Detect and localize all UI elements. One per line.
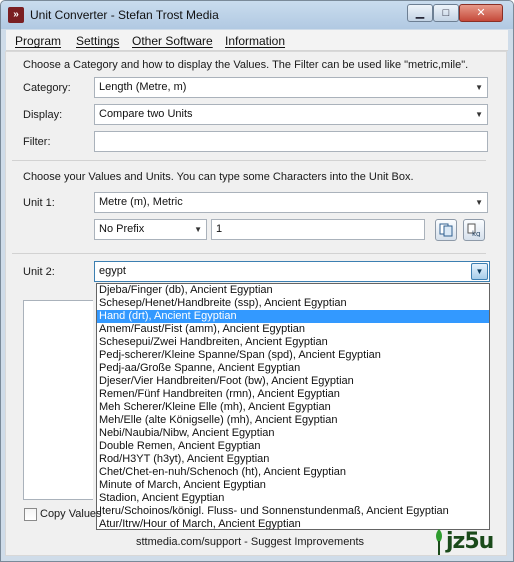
list-item[interactable]: Meh/Elle (alte Königselle) (mh), Ancient… [97,414,489,427]
list-item[interactable]: Schesepui/Zwei Handbreiten, Ancient Egyp… [97,336,489,349]
app-icon: » [8,7,24,23]
menu-program[interactable]: Program [15,34,61,48]
list-item[interactable]: Djeser/Vier Handbreiten/Foot (bw), Ancie… [97,375,489,388]
list-item[interactable]: Minute of March, Ancient Egyptian [97,479,489,492]
list-item[interactable]: Remen/Fünf Handbreiten (rmn), Ancient Eg… [97,388,489,401]
unit1-select[interactable]: Metre (m), Metric ▼ [94,192,488,213]
copy-icon [439,223,453,237]
unit-info-button[interactable]: kg [463,219,485,241]
window-title: Unit Converter - Stefan Trost Media [30,8,219,22]
chevron-down-icon: ▼ [475,198,483,207]
copy-button[interactable] [435,219,457,241]
chevron-down-icon: ▼ [475,83,483,92]
prefix-value: No Prefix [99,223,145,235]
list-item[interactable]: Stadion, Ancient Egyptian [97,492,489,505]
category-value: Length (Metre, m) [99,81,187,93]
minimize-button[interactable]: ▁ [407,4,433,22]
category-label: Category: [23,82,71,94]
display-value: Compare two Units [99,108,193,120]
value-input[interactable]: 1 [211,219,425,240]
unit2-dropdown-list[interactable]: Djeba/Finger (db), Ancient Egyptian Sche… [96,283,490,530]
filter-input[interactable] [94,131,488,152]
list-item[interactable]: Amem/Faust/Fist (amm), Ancient Egyptian [97,323,489,336]
unit2-label: Unit 2: [23,266,55,278]
list-item[interactable]: Nebi/Naubia/Nibw, Ancient Egyptian [97,427,489,440]
values-hint: Choose your Values and Units. You can ty… [23,171,414,183]
chevron-down-icon: ▼ [194,225,202,234]
menu-information[interactable]: Information [225,34,285,48]
list-item[interactable]: Djeba/Finger (db), Ancient Egyptian [97,284,489,297]
svg-text:kg: kg [472,230,481,237]
list-item[interactable]: Pedj-scherer/Kleine Spanne/Span (spd), A… [97,349,489,362]
list-item[interactable]: Iteru/Schoinos/königl. Fluss- und Sonnen… [97,505,489,518]
list-item[interactable]: Pedj-aa/Große Spanne, Ancient Egyptian [97,362,489,375]
close-button[interactable]: ✕ [459,4,503,22]
menu-bar: Program Settings Other Software Informat… [6,30,508,51]
display-label: Display: [23,109,63,121]
unit2-value: egypt [99,265,126,277]
list-item[interactable]: Double Remen, Ancient Egyptian [97,440,489,453]
list-item[interactable]: Meh Scherer/Kleine Elle (mh), Ancient Eg… [97,401,489,414]
support-link[interactable]: sttmedia.com/support - Suggest Improveme… [0,536,500,548]
unit2-select[interactable]: egypt ▼ [94,261,490,282]
chevron-down-icon: ▼ [475,267,484,276]
results-area [23,300,93,500]
category-select[interactable]: Length (Metre, m) ▼ [94,77,488,98]
section-divider [12,253,486,254]
chevron-down-icon: ▼ [475,110,483,119]
copy-values-checkbox[interactable] [24,508,37,521]
list-item[interactable]: Rod/H3YT (h3yt), Ancient Egyptian [97,453,489,466]
copy-values-label: Copy Values [40,508,102,520]
menu-settings[interactable]: Settings [76,34,119,48]
menu-other-software[interactable]: Other Software [132,34,213,48]
prefix-select[interactable]: No Prefix ▼ [94,219,207,240]
watermark-logo: jz5u [432,525,510,559]
maximize-button[interactable]: □ [433,4,459,22]
unit1-label: Unit 1: [23,197,55,209]
leaf-icon [436,529,442,555]
list-item[interactable]: Atur/Itrw/Hour of March, Ancient Egyptia… [97,518,489,529]
section-divider [12,160,486,161]
filter-label: Filter: [23,136,51,148]
list-item[interactable]: Schesep/Henet/Handbreite (ssp), Ancient … [97,297,489,310]
unit1-value: Metre (m), Metric [99,196,183,208]
weight-icon: kg [467,223,481,237]
list-item-selected[interactable]: Hand (drt), Ancient Egyptian [97,310,489,323]
list-item[interactable]: Chet/Chet-en-nuh/Schenoch (ht), Ancient … [97,466,489,479]
title-bar[interactable]: » Unit Converter - Stefan Trost Media ▁ … [1,1,513,29]
watermark-text: jz5u [446,529,494,554]
dropdown-button[interactable]: ▼ [471,263,488,280]
display-select[interactable]: Compare two Units ▼ [94,104,488,125]
category-hint: Choose a Category and how to display the… [23,59,469,71]
